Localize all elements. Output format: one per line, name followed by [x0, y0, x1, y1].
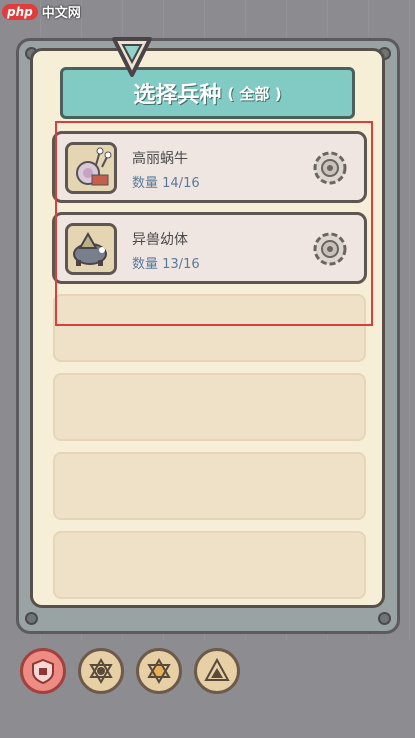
triangle-icon	[204, 657, 230, 681]
title-banner: 选择兵种 ( 全部 )	[60, 67, 355, 119]
hexagram-icon	[89, 658, 113, 684]
highlight-box	[55, 121, 373, 326]
bolt	[378, 612, 391, 625]
empty-slot	[53, 452, 366, 520]
watermark: php 中文网	[2, 2, 81, 21]
defense-button[interactable]	[20, 648, 66, 694]
hexagram-star-button[interactable]	[136, 648, 182, 694]
triangle-filter-button[interactable]	[194, 648, 240, 694]
page-title: 选择兵种	[133, 83, 222, 108]
watermark-text: 中文网	[41, 6, 81, 21]
filter-label[interactable]: ( 全部 )	[227, 83, 281, 104]
star-icon	[147, 658, 171, 684]
watermark-logo: php	[2, 3, 38, 20]
empty-slot	[53, 373, 366, 441]
hexagram-circle-button[interactable]	[78, 648, 124, 694]
empty-slot	[53, 531, 366, 599]
triangle-emblem-icon	[112, 37, 152, 77]
shield-icon	[32, 658, 54, 685]
bolt	[25, 612, 38, 625]
